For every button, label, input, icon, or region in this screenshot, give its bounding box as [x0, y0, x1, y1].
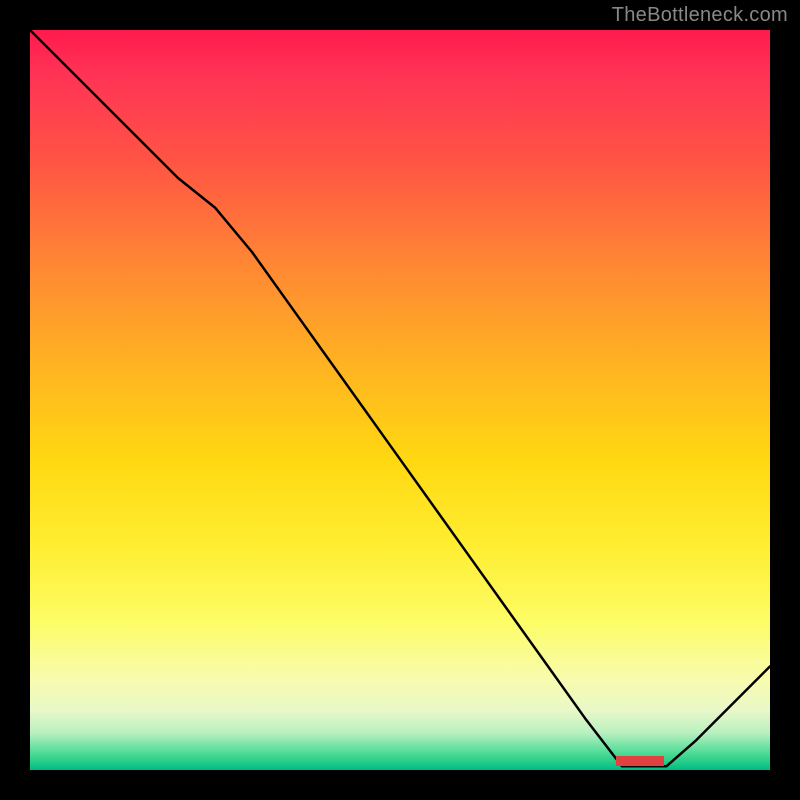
chart-plot-area: OPTIMUM ≈0	[30, 30, 770, 770]
attribution-text: TheBottleneck.com	[612, 4, 788, 27]
bottleneck-curve	[30, 30, 770, 770]
optimum-marker-label: OPTIMUM ≈0	[616, 756, 664, 766]
